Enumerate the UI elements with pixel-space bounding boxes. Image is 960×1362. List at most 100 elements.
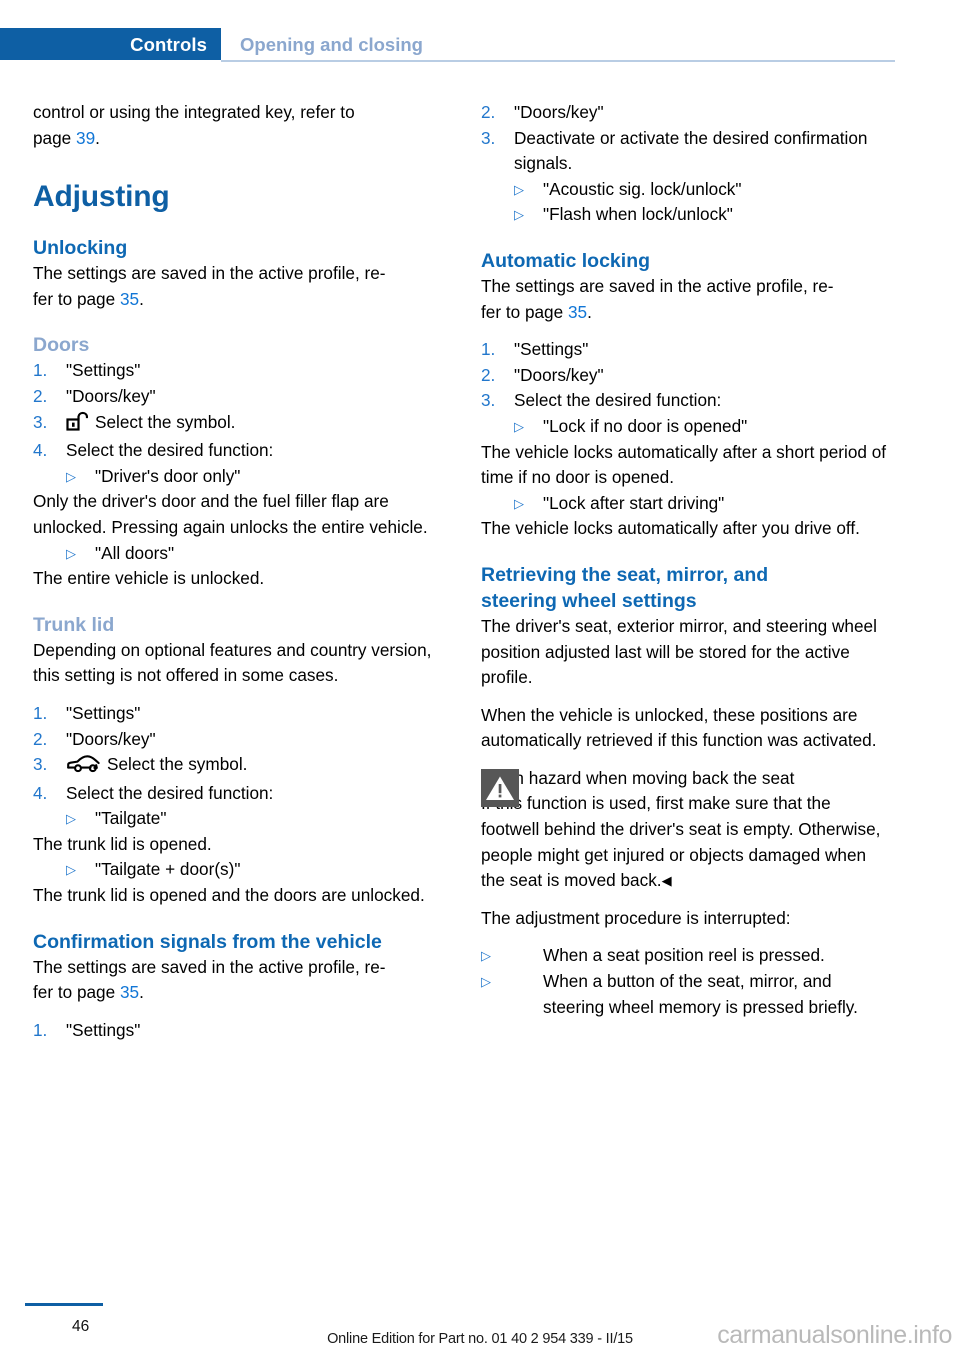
list-item: 4. Select the desired function: xyxy=(33,438,443,464)
option-label: "Lock after start driving" xyxy=(543,492,725,513)
warning-text: If this function is used, first make sur… xyxy=(481,793,881,891)
triangle-bullet-icon: ▷ xyxy=(514,207,524,223)
warning-block: Pinch hazard when moving back the seat I… xyxy=(481,766,891,894)
list-item: ▷ "Acoustic sig. lock/unlock" xyxy=(481,177,891,203)
retrieving-paragraph-3: The adjustment procedure is interrupted: xyxy=(481,907,791,928)
triangle-bullet-icon: ▷ xyxy=(66,545,76,561)
step-text: Select the desired function: xyxy=(66,782,274,803)
heading-retrieving-settings: Retrieving the seat, mirror, and steerin… xyxy=(481,562,891,614)
page-reference-39[interactable]: 39 xyxy=(76,128,95,148)
step-text: "Settings" xyxy=(66,702,141,723)
page-title: Adjusting xyxy=(33,180,170,214)
list-item: 1. "Settings" xyxy=(481,337,891,363)
triangle-bullet-icon: ▷ xyxy=(66,468,76,484)
confirmation-body-a: The settings are saved in the active pro… xyxy=(33,956,386,977)
list-item: ▷ "Lock after start driving" xyxy=(481,491,891,517)
list-item: 2. "Doors/key" xyxy=(481,100,891,126)
warning-title: Pinch hazard when moving back the seat xyxy=(481,767,795,788)
triangle-bullet-icon: ▷ xyxy=(66,811,76,827)
step-text: "Settings" xyxy=(66,1019,141,1040)
list-item: 1. "Settings" xyxy=(33,1018,443,1044)
option-description: The vehicle locks automatically after yo… xyxy=(481,518,860,539)
step-number: 3. xyxy=(33,754,48,775)
option-label: "Driver's door only" xyxy=(95,465,241,486)
automatic-locking-body-a: The settings are saved in the active pro… xyxy=(481,275,834,296)
option-description: The trunk lid is opened and the doors ar… xyxy=(33,885,425,906)
list-item: 3. Select the desired function: xyxy=(481,388,891,414)
page-reference-35[interactable]: 35 xyxy=(120,289,139,309)
warning-end-mark: ◀ xyxy=(661,873,672,889)
option-label: "Acoustic sig. lock/unlock" xyxy=(543,178,742,199)
intro-line-1: control or using the integrated key, ref… xyxy=(33,102,355,122)
automatic-locking-step-list: 1. "Settings" 2. "Doors/key" 3. Select t… xyxy=(481,337,891,414)
step-text: "Settings" xyxy=(66,360,141,381)
list-item: ▷ "Tailgate" xyxy=(33,806,443,832)
step-text-with-icon: Select the symbol. xyxy=(66,410,443,439)
step-text: Select the desired function: xyxy=(66,440,274,461)
header-divider-rule xyxy=(221,60,895,62)
heading-line-1: Retrieving the seat, mirror, and xyxy=(481,563,769,586)
list-item: 3. Select the symbol. xyxy=(33,752,443,781)
heading-automatic-locking: Automatic locking xyxy=(481,249,651,272)
step-number: 3. xyxy=(481,127,496,148)
triangle-bullet-icon: ▷ xyxy=(514,495,524,511)
list-item: ▷ "All doors" xyxy=(33,541,443,567)
step-number: 4. xyxy=(33,440,48,461)
confirmation-body-c: . xyxy=(139,982,144,1003)
step-text-with-icon: Select the symbol. xyxy=(66,752,443,781)
car-trunk-open-icon xyxy=(66,754,100,781)
unlocking-body: The settings are saved in the active pro… xyxy=(33,261,443,312)
step-number: 1. xyxy=(481,339,496,360)
triangle-bullet-icon: ▷ xyxy=(481,948,491,964)
heading-line-2: steering wheel settings xyxy=(481,589,697,612)
triangle-bullet-icon: ▷ xyxy=(514,418,524,434)
step-number: 4. xyxy=(33,782,48,803)
list-item: 2. "Doors/key" xyxy=(481,363,891,389)
option-description: Only the driver's door and the fuel fill… xyxy=(33,491,428,537)
list-item: 3. Select the symbol. xyxy=(33,410,443,439)
retrieving-paragraph-1: The driver's seat, exterior mirror, and … xyxy=(481,615,877,688)
bullet-text: When a button of the seat, mirror, and s… xyxy=(543,971,858,1017)
page-reference-35[interactable]: 35 xyxy=(120,982,139,1002)
header-chapter-tab: Controls xyxy=(0,28,221,60)
unlocking-body-a: The settings are saved in the active pro… xyxy=(33,263,386,284)
list-item: 1. "Settings" xyxy=(33,701,443,727)
step-text: "Doors/key" xyxy=(514,102,604,122)
option-description: The trunk lid is opened. xyxy=(33,833,212,854)
intro-page-prefix: page xyxy=(33,127,77,148)
option-label: "Tailgate" xyxy=(95,808,167,829)
step-number: 1. xyxy=(33,360,48,381)
option-description: The entire vehicle is unlocked. xyxy=(33,568,265,589)
page-reference-35[interactable]: 35 xyxy=(568,302,587,322)
step-text: Select the symbol. xyxy=(107,754,248,775)
doors-step-list: 1. "Settings" 2. "Doors/key" 3. Select t… xyxy=(33,358,443,463)
triangle-bullet-icon: ▷ xyxy=(481,974,491,990)
list-item: ▷ "Tailgate + door(s)" xyxy=(33,857,443,883)
right-column: 2. "Doors/key" 3. Deactivate or activate… xyxy=(481,100,891,1020)
list-item: ▷ "Lock if no door is opened" xyxy=(481,414,891,440)
step-text: Select the symbol. xyxy=(95,411,236,432)
step-number: 3. xyxy=(33,411,48,432)
step-number: 2. xyxy=(33,385,48,406)
warning-triangle-icon xyxy=(481,768,519,807)
page-header: Controls Opening and closing xyxy=(0,28,960,60)
option-description: The vehicle locks automatically after a … xyxy=(481,441,887,488)
automatic-locking-body-b: fer to page xyxy=(481,301,568,322)
list-item: ▷ "Driver's door only" xyxy=(33,464,443,490)
step-text: Deactivate or activate the desired confi… xyxy=(514,127,868,174)
list-item: 2. "Doors/key" xyxy=(33,727,443,753)
retrieving-paragraph-2: When the vehicle is unlocked, these posi… xyxy=(481,704,877,751)
triangle-bullet-icon: ▷ xyxy=(514,181,524,197)
list-item: ▷ When a seat position reel is pressed. xyxy=(481,943,891,969)
step-text: "Settings" xyxy=(514,339,589,360)
